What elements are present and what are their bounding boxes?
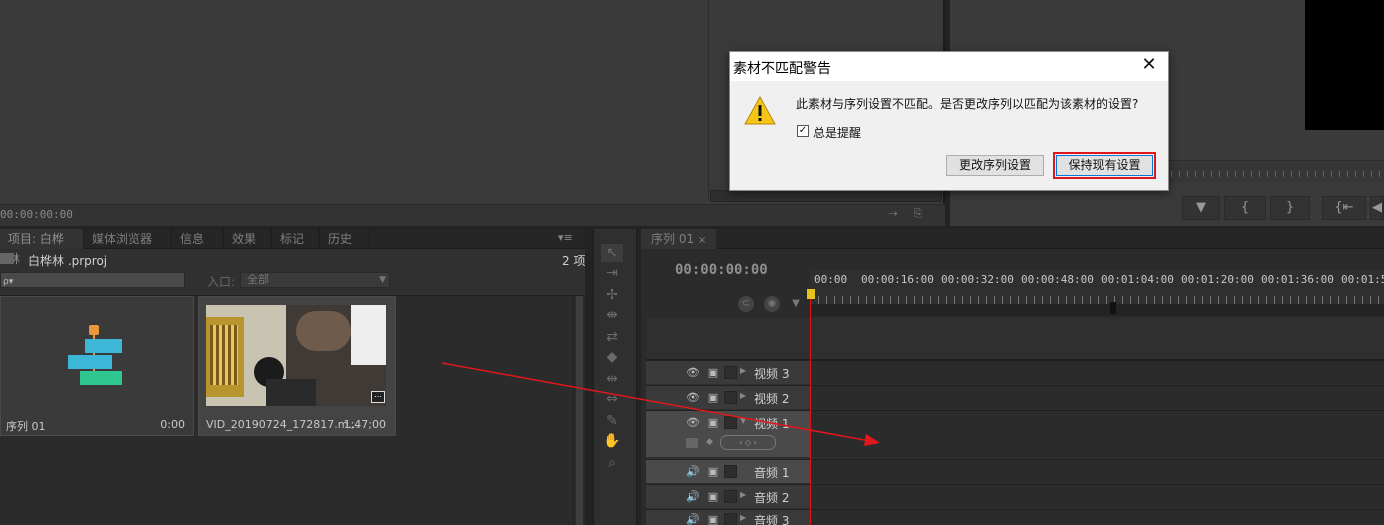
always-remind-checkbox[interactable]: ✓	[797, 125, 809, 137]
change-sequence-settings-button[interactable]: 更改序列设置	[946, 155, 1044, 176]
keep-existing-settings-button[interactable]: 保持现有设置	[1053, 152, 1156, 179]
dialog-title: 素材不匹配警告	[733, 61, 831, 77]
close-icon[interactable]: ✕	[1138, 54, 1160, 76]
warning-icon	[744, 95, 776, 125]
annotation-arrow	[441, 362, 880, 446]
dialog-message: 此素材与序列设置不匹配。是否更改序列以匹配为该素材的设置?	[796, 97, 1139, 111]
always-remind-label[interactable]: 总是提醒	[813, 124, 861, 141]
